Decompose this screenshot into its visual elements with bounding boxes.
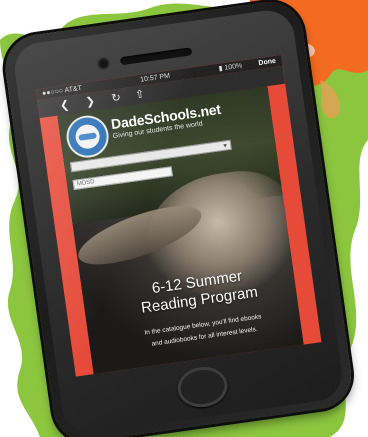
share-icon[interactable]: ⇧ (134, 87, 146, 102)
web-page: DadeSchools.net Giving our students the … (57, 86, 304, 375)
school-seal-logo (63, 112, 112, 161)
reload-icon[interactable]: ↻ (111, 91, 122, 106)
phone-screen: ●●○○○ AT&T 10:57 PM ▮ 100% Done ❮ ❯ ↻ ⇧ (35, 54, 322, 377)
chevron-right-icon[interactable]: ❯ (85, 94, 96, 109)
smartphone: ●●○○○ AT&T 10:57 PM ▮ 100% Done ❮ ❯ ↻ ⇧ (0, 0, 368, 437)
scene: ●●○○○ AT&T 10:57 PM ▮ 100% Done ❮ ❯ ↻ ⇧ (0, 0, 368, 437)
chevron-down-icon: ▼ (221, 143, 229, 150)
chevron-left-icon[interactable]: ❮ (59, 98, 70, 113)
